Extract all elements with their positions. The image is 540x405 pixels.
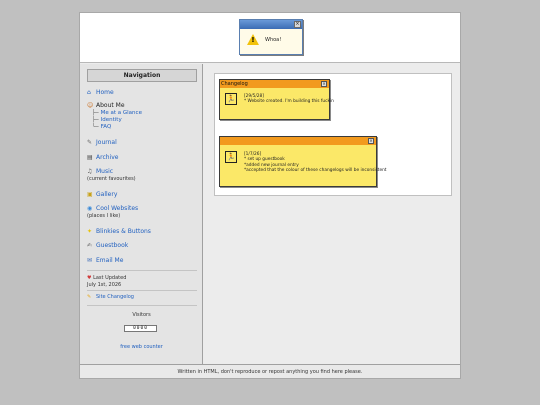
nav-item-label: About Me [96,102,125,109]
nav-item-label: Home [96,89,114,96]
site-changelog-link[interactable]: ✎ Site Changelog [87,294,134,300]
nav-item-guestbook[interactable]: ✍ Guestbook [87,242,128,249]
nav-subitem-label: Identity [100,117,122,123]
nav-item-gallery[interactable]: ▣ Gallery [87,191,117,198]
sidebar-divider [87,290,197,291]
nav-subitem-glance[interactable]: ├─ Me at a Glance [92,110,142,116]
last-updated-label: ♥ Last Updated [87,275,126,281]
archive-icon: ▤ [87,154,93,161]
main-content: Changelog × 🏃 [29/5/28] * Website create… [214,73,452,196]
changelog-title-bar: Changelog × [220,80,329,88]
nav-item-label: Journal [96,139,117,146]
site-changelog-label: Site Changelog [96,294,134,300]
popup-title-bar: × [240,20,302,29]
nav-subitem-label: Me at a Glance [100,110,142,116]
changelog-title: Changelog [221,81,248,87]
changelog-title-bar: × [220,137,376,145]
nav-item-email[interactable]: ✉ Email Me [87,257,123,264]
sidebar: Navigation ⌂ Home ☺ About Me ├─ Me at a Gla… [80,64,203,364]
music-icon: ♫ [87,168,93,175]
nav-item-label: Gallery [96,191,118,198]
nav-item-label: Guestbook [96,242,129,249]
warning-mark: ! [251,36,255,44]
nav-item-label: Music [96,168,114,175]
nav-item-websites[interactable]: ◉ Cool Websites [87,205,138,212]
page-frame: × ! Whoa! Navigation ⌂ Home ☺ About Me ├─ M… [79,12,461,379]
tree-branch: ├─ [92,117,99,123]
changelog-window-1: Changelog × 🏃 [29/5/28] * Website create… [219,79,334,120]
tree-branch: └─ [92,124,99,130]
last-updated-date: July 1st, 2026 [87,282,122,288]
nav-item-home[interactable]: ⌂ Home [87,89,114,96]
changelog-window-2: × 🏃 [1/7/26] * set up guestbook *added n… [219,136,387,187]
home-icon: ⌂ [87,89,91,96]
changelog-entry-1: [29/5/28] * Website created. I'm buildin… [244,94,334,105]
visitors-label: Visitors [132,312,151,318]
entry-line: *accepted that the colour of these chang… [244,168,387,174]
sidebar-divider [87,270,197,271]
nav-item-blinkies[interactable]: ✦ Blinkies & Buttons [87,228,151,235]
nav-item-label: Archive [96,154,119,161]
entry-line: * Website created. I'm building this fuc… [244,99,334,105]
gallery-icon: ▣ [87,191,93,198]
email-icon: ✉ [87,257,93,264]
nav-item-about[interactable]: ☺ About Me [87,102,125,109]
tree-branch: ├─ [92,110,99,116]
last-updated-text: Last Updated [93,275,127,281]
visitor-counter: 0000 [124,325,157,332]
close-icon[interactable]: × [368,138,374,144]
person-icon: ☺ [87,102,94,109]
websites-note: (places I like) [87,213,121,219]
close-icon[interactable]: × [294,21,301,28]
nav-item-label: Email Me [96,257,124,264]
footer: Written in HTML, don't reproduce or repo… [80,364,460,378]
journal-icon: ✎ [87,139,93,146]
free-counter-link[interactable]: free web counter [80,344,203,350]
nav-item-journal[interactable]: ✎ Journal [87,139,117,146]
star-icon: ✦ [87,228,93,235]
globe-icon: ◉ [87,205,93,212]
music-note: (current favourites) [87,176,136,182]
sidebar-divider [87,305,197,306]
nav-subitem-faq[interactable]: └─ FAQ [92,124,111,130]
changelog-entry-2: [1/7/26] * set up guestbook *added new j… [244,152,387,174]
guestbook-icon: ✍ [87,242,93,249]
nav-subitem-identity[interactable]: ├─ Identity [92,117,122,123]
nav-title: Navigation [87,69,197,82]
close-icon[interactable]: × [321,81,327,87]
nav-subitem-label: FAQ [100,124,112,130]
header-popup-window: × ! Whoa! [239,19,303,55]
running-man-icon: 🏃 [225,151,237,163]
nav-item-label: Blinkies & Buttons [96,228,151,235]
header: × ! Whoa! [80,13,460,63]
nav-item-archive[interactable]: ▤ Archive [87,154,118,161]
nav-item-music[interactable]: ♫ Music [87,168,113,175]
popup-text: Whoa! [265,37,282,43]
nav-item-label: Cool Websites [96,205,139,212]
pencil-icon: ✎ [87,294,92,300]
heart-icon: ♥ [87,275,92,281]
running-man-icon: 🏃 [225,93,237,105]
